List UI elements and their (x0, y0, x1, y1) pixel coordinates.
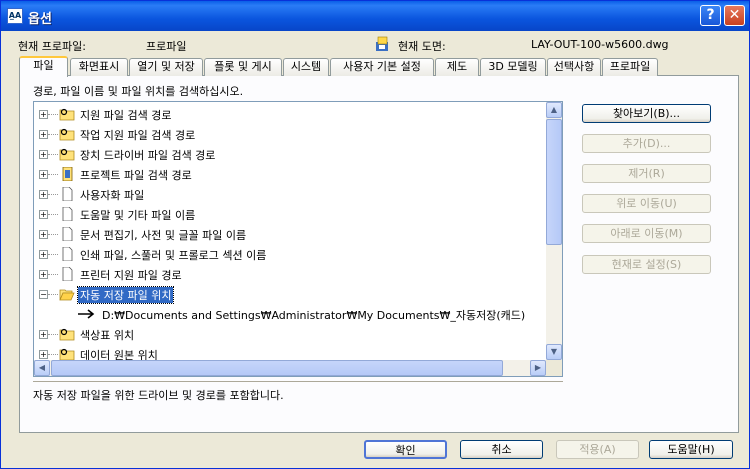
tree-item-support-paths[interactable]: + 지원 파일 검색 경로 (34, 104, 546, 124)
tree-item-label: 인쇄 파일, 스풀러 및 프롤로그 섹션 이름 (80, 249, 267, 262)
tab-drafting[interactable]: 제도 (435, 58, 479, 76)
tree-item-label: 사용자화 파일 (80, 189, 145, 202)
expand-icon[interactable]: + (39, 270, 48, 279)
scroll-corner (546, 360, 562, 376)
arrow-right-icon (78, 309, 95, 319)
expand-icon[interactable]: + (39, 350, 48, 359)
scroll-left-icon[interactable]: ◀ (34, 360, 50, 376)
autosave-path-value: D:₩Documents and Settings₩Administrator₩… (102, 309, 526, 322)
tree-instruction: 경로, 파일 이름 및 파일 위치를 검색하십시오. (33, 85, 244, 98)
tree-item-project-files[interactable]: + 프로젝트 파일 검색 경로 (34, 164, 546, 184)
tree-item-print-files[interactable]: + 인쇄 파일, 스풀러 및 프롤로그 섹션 이름 (34, 244, 546, 264)
current-profile-value: 프로파일 (146, 40, 187, 53)
tab-profiles[interactable]: 프로파일 (602, 58, 658, 76)
folder-search-icon (59, 328, 75, 341)
help-button[interactable]: 도움말(H) (649, 440, 733, 459)
apply-button[interactable]: 적용(A) (556, 440, 639, 459)
expand-icon[interactable]: + (39, 330, 48, 339)
expand-icon[interactable]: + (39, 150, 48, 159)
tree-item-device-driver[interactable]: + 장치 드라이버 파일 검색 경로 (34, 144, 546, 164)
tree-item-help-files[interactable]: + 도움말 및 기타 파일 이름 (34, 204, 546, 224)
collapse-icon[interactable]: − (39, 290, 48, 299)
scroll-up-icon[interactable]: ▲ (546, 102, 562, 118)
tab-3d-modeling[interactable]: 3D 모델링 (480, 58, 546, 76)
tree-item-label: 장치 드라이버 파일 검색 경로 (80, 149, 216, 162)
close-button[interactable]: ✕ (724, 5, 745, 26)
scroll-down-icon[interactable]: ▼ (546, 344, 562, 360)
folder-search-icon (59, 108, 75, 121)
set-current-button[interactable]: 현재로 설정(S) (582, 255, 711, 274)
current-profile-label: 현재 프로파일: (18, 40, 86, 53)
expand-icon[interactable]: + (39, 110, 48, 119)
vertical-scrollbar[interactable]: ▲ ▼ (546, 102, 562, 360)
browse-button[interactable]: 찾아보기(B)... (582, 104, 711, 123)
scroll-right-icon[interactable]: ▶ (530, 360, 546, 376)
description-text: 자동 저장 파일을 위한 드라이브 및 경로를 포함합니다. (33, 389, 284, 402)
window-title: 옵션 (28, 12, 52, 27)
tab-selection[interactable]: 선택사항 (547, 58, 601, 76)
tree-item-label: 지원 파일 검색 경로 (80, 109, 172, 122)
tab-plot-publish[interactable]: 플롯 및 게시 (204, 58, 282, 76)
tab-strip: 파일 화면표시 열기 및 저장 플롯 및 게시 시스템 사용자 기본 설정 제도… (19, 56, 739, 77)
tab-display[interactable]: 화면표시 (70, 58, 128, 76)
tree-item-label: 색상표 위치 (80, 329, 135, 342)
expand-icon[interactable]: + (39, 230, 48, 239)
search-path-tree[interactable]: + 지원 파일 검색 경로 + 작업 지원 파일 검색 경로 + 장치 드라이버… (33, 101, 563, 377)
tab-open-save[interactable]: 열기 및 저장 (129, 58, 203, 76)
horizontal-scroll-thumb[interactable] (51, 360, 503, 376)
horizontal-scrollbar[interactable]: ◀ ▶ (34, 360, 546, 376)
tab-system[interactable]: 시스템 (283, 58, 329, 76)
folder-search-icon (59, 148, 75, 161)
tree-item-customization[interactable]: + 사용자화 파일 (34, 184, 546, 204)
autocad-options-icon: A̲A (7, 8, 23, 24)
add-button[interactable]: 추가(D)... (582, 134, 711, 153)
help-title-button[interactable]: ? (700, 5, 721, 26)
tree-item-label: 자동 저장 파일 위치 (76, 286, 175, 304)
document-icon (62, 227, 73, 241)
document-icon (62, 247, 73, 261)
tab-user-preferences[interactable]: 사용자 기본 설정 (330, 58, 434, 76)
tree-item-label: 도움말 및 기타 파일 이름 (80, 209, 196, 222)
document-icon (62, 267, 73, 281)
folder-open-icon (59, 289, 75, 301)
tree-item-label: 프린터 지원 파일 경로 (80, 269, 182, 282)
title-bar[interactable]: A̲A 옵션 ? ✕ (1, 1, 749, 31)
tree-item-label: 프로젝트 파일 검색 경로 (80, 169, 192, 182)
drawing-file-icon (376, 36, 388, 51)
document-icon (62, 207, 73, 221)
move-down-button[interactable]: 아래로 이동(M) (582, 224, 711, 243)
tree-item-label: 작업 지원 파일 검색 경로 (80, 129, 196, 142)
tree-item-autosave-path[interactable]: D:₩Documents and Settings₩Administrator₩… (34, 304, 546, 324)
move-up-button[interactable]: 위로 이동(U) (582, 194, 711, 213)
project-file-icon (62, 167, 73, 181)
expand-icon[interactable]: + (39, 210, 48, 219)
expand-icon[interactable]: + (39, 130, 48, 139)
expand-icon[interactable]: + (39, 170, 48, 179)
remove-button[interactable]: 제거(R) (582, 164, 711, 183)
tree-item-label: 문서 편집기, 사전 및 글꼴 파일 이름 (80, 229, 247, 242)
options-dialog: A̲A 옵션 ? ✕ 현재 프로파일: 프로파일 현재 도면: LAY-OUT-… (0, 0, 750, 469)
separator (33, 381, 563, 382)
ok-button[interactable]: 확인 (364, 440, 447, 459)
tree-item-text-editor[interactable]: + 문서 편집기, 사전 및 글꼴 파일 이름 (34, 224, 546, 244)
cancel-button[interactable]: 취소 (460, 440, 543, 459)
current-drawing-label: 현재 도면: (398, 40, 446, 53)
expand-icon[interactable]: + (39, 250, 48, 259)
tree-item-color-book[interactable]: + 색상표 위치 (34, 324, 546, 344)
folder-search-icon (59, 128, 75, 141)
folder-search-icon (59, 348, 75, 361)
expand-icon[interactable]: + (39, 190, 48, 199)
tree-item-printer-support[interactable]: + 프린터 지원 파일 경로 (34, 264, 546, 284)
tree-item-working-support[interactable]: + 작업 지원 파일 검색 경로 (34, 124, 546, 144)
tree-item-autosave-location[interactable]: − 자동 저장 파일 위치 (34, 284, 546, 304)
vertical-scroll-thumb[interactable] (546, 119, 562, 245)
current-drawing-value: LAY-OUT-100-w5600.dwg (531, 38, 669, 51)
document-icon (62, 187, 73, 201)
tab-files[interactable]: 파일 (19, 56, 68, 77)
